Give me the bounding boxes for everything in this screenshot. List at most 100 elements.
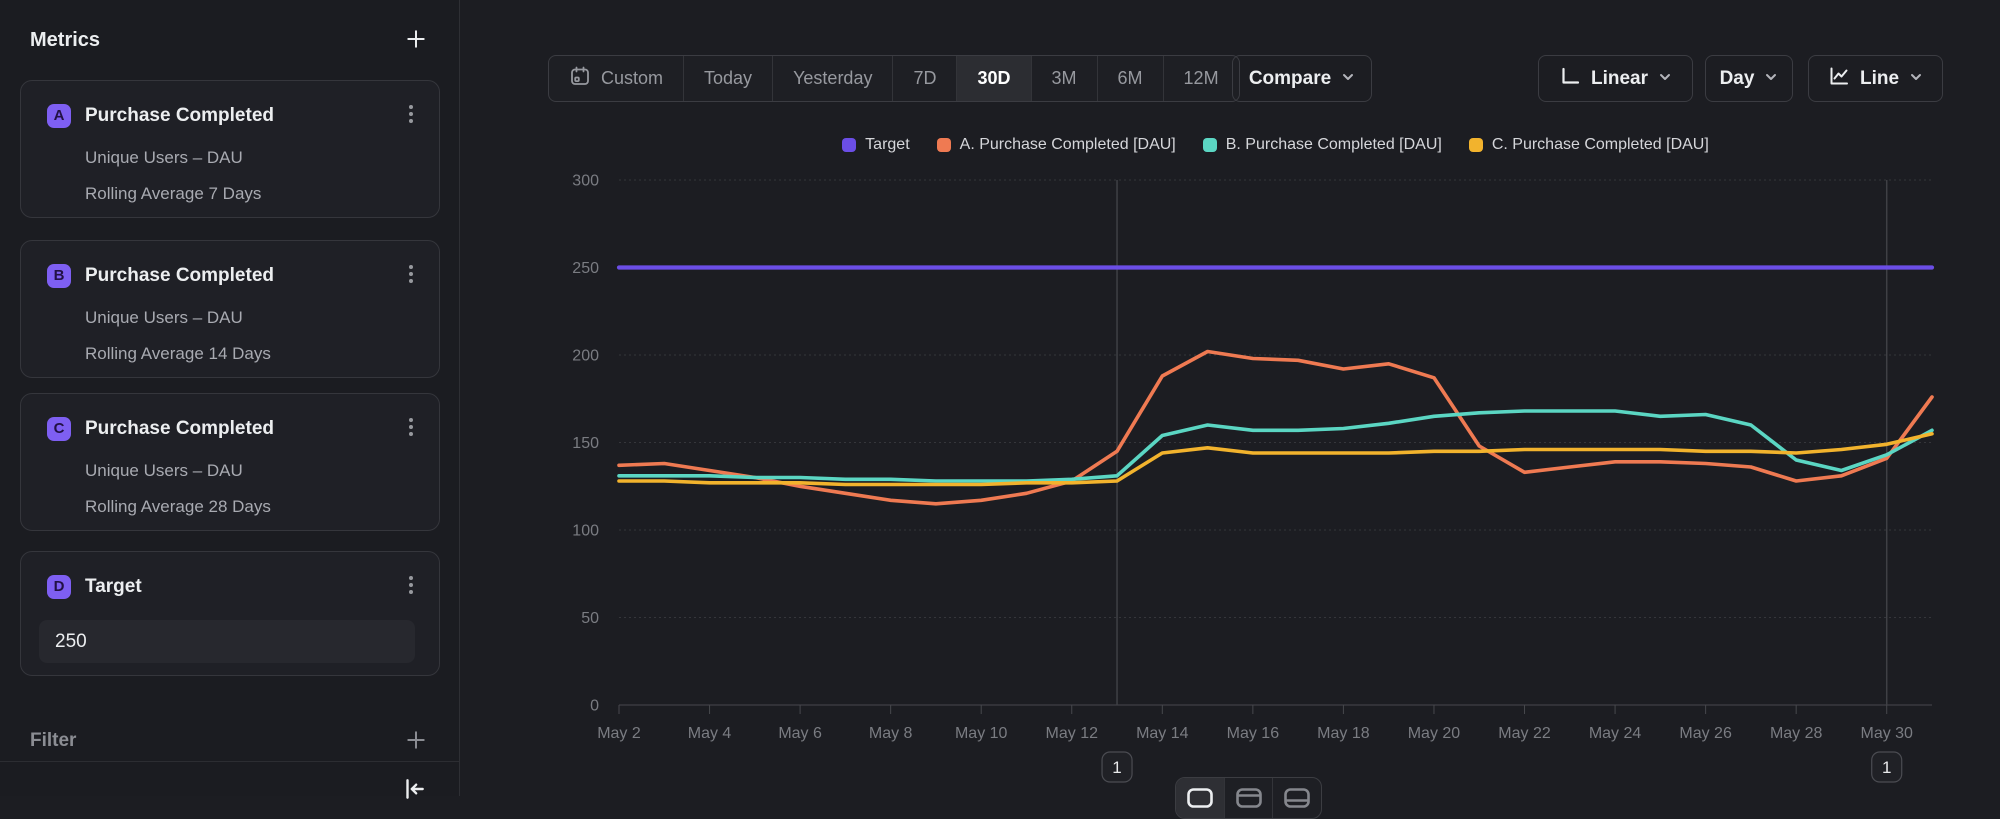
range-label: Yesterday	[793, 68, 872, 89]
x-axis-label: May 26	[1679, 725, 1732, 742]
metric-card-a[interactable]: A Purchase Completed Unique Users – DAU …	[20, 80, 440, 218]
x-axis-label: May 4	[688, 725, 732, 742]
range-label: 12M	[1184, 68, 1219, 89]
metric-menu-button[interactable]	[397, 412, 425, 445]
table-layout-icon	[1283, 787, 1311, 812]
x-axis-label: May 18	[1317, 725, 1370, 742]
metric-rolling-average: Rolling Average 14 Days	[85, 344, 419, 364]
x-axis-label: May 28	[1770, 725, 1823, 742]
y-axis-label: 100	[572, 523, 599, 540]
range-today-button[interactable]: Today	[684, 56, 773, 101]
range-label: Today	[704, 68, 752, 89]
metric-card-c[interactable]: C Purchase Completed Unique Users – DAU …	[20, 393, 440, 531]
date-range-group: Custom Today Yesterday 7D 30D 3M 6M 12M	[548, 55, 1240, 102]
target-title: Target	[85, 576, 397, 598]
y-axis-label: 200	[572, 348, 599, 365]
metric-badge-d: D	[47, 575, 71, 599]
range-7d-button[interactable]: 7D	[893, 56, 957, 101]
y-axis-label: 250	[572, 260, 599, 277]
y-axis-label: 50	[581, 610, 599, 627]
x-axis-label: May 10	[955, 725, 1008, 742]
metric-measure: Unique Users – DAU	[85, 148, 419, 168]
y-axis-label: 150	[572, 435, 599, 452]
kebab-icon	[401, 103, 421, 128]
range-custom-button[interactable]: Custom	[549, 56, 684, 101]
collapse-sidebar-button[interactable]	[397, 772, 431, 809]
metric-rolling-average: Rolling Average 28 Days	[85, 497, 419, 517]
metric-title: Purchase Completed	[85, 105, 397, 127]
compare-button[interactable]: Compare	[1232, 55, 1372, 102]
target-menu-button[interactable]	[397, 570, 425, 603]
x-axis-label: May 20	[1408, 725, 1461, 742]
chevron-down-icon	[1909, 68, 1923, 90]
scale-label: Linear	[1591, 68, 1648, 90]
y-axis-label: 300	[572, 173, 599, 190]
axes-icon	[1559, 65, 1581, 93]
range-label: Custom	[601, 68, 663, 89]
target-value-input[interactable]	[39, 620, 415, 663]
filter-section-title: Filter	[30, 730, 76, 752]
range-6m-button[interactable]: 6M	[1098, 56, 1164, 101]
layout-table-button[interactable]	[1273, 778, 1321, 818]
x-axis-label: May 8	[869, 725, 913, 742]
interval-button[interactable]: Day	[1705, 55, 1793, 102]
metric-badge-c: C	[47, 417, 71, 441]
line-chart-icon	[1828, 65, 1850, 93]
chart-layout-icon	[1186, 787, 1214, 812]
chevron-down-icon	[1341, 68, 1355, 90]
target-card[interactable]: D Target	[20, 551, 440, 676]
range-label: 3M	[1052, 68, 1077, 89]
chevron-down-icon	[1658, 68, 1672, 90]
series-line-a[interactable]	[619, 352, 1932, 504]
layout-toggle-group	[1175, 777, 1322, 819]
chart-type-label: Line	[1860, 68, 1899, 90]
metrics-sidebar: Metrics A Purchase Completed Unique User…	[0, 0, 460, 796]
annotation-badge-label: 1	[1882, 758, 1891, 777]
metric-badge-b: B	[47, 264, 71, 288]
plus-icon	[405, 729, 427, 754]
x-axis-label: May 22	[1498, 725, 1551, 742]
metric-menu-button[interactable]	[397, 99, 425, 132]
x-axis-label: May 2	[597, 725, 641, 742]
sidebar-divider	[0, 761, 459, 762]
annotation-badge-label: 1	[1112, 758, 1121, 777]
range-12m-button[interactable]: 12M	[1164, 56, 1239, 101]
metrics-section-title: Metrics	[30, 29, 100, 52]
range-3m-button[interactable]: 3M	[1032, 56, 1098, 101]
filter-section: Filter	[30, 723, 431, 759]
metric-rolling-average: Rolling Average 7 Days	[85, 184, 419, 204]
metric-menu-button[interactable]	[397, 259, 425, 292]
layout-split-button[interactable]	[1225, 778, 1274, 818]
x-axis-label: May 16	[1227, 725, 1280, 742]
layout-chart-button[interactable]	[1176, 778, 1225, 818]
x-axis-label: May 30	[1860, 725, 1913, 742]
calendar-icon	[569, 65, 591, 92]
sidebar-header: Metrics	[30, 22, 431, 58]
compare-label: Compare	[1249, 68, 1331, 90]
x-axis-label: May 24	[1589, 725, 1642, 742]
range-30d-button[interactable]: 30D	[957, 56, 1031, 101]
collapse-left-icon	[401, 776, 427, 805]
x-axis-label: May 14	[1136, 725, 1189, 742]
x-axis-label: May 12	[1046, 725, 1099, 742]
range-label: 30D	[977, 68, 1010, 89]
add-metric-button[interactable]	[401, 24, 431, 57]
metric-card-b[interactable]: B Purchase Completed Unique Users – DAU …	[20, 240, 440, 378]
metric-badge-a: A	[47, 104, 71, 128]
chevron-down-icon	[1764, 68, 1778, 90]
range-label: 7D	[913, 68, 936, 89]
metric-title: Purchase Completed	[85, 265, 397, 287]
metric-measure: Unique Users – DAU	[85, 308, 419, 328]
scale-button[interactable]: Linear	[1538, 55, 1693, 102]
range-yesterday-button[interactable]: Yesterday	[773, 56, 893, 101]
kebab-icon	[401, 574, 421, 599]
metric-title: Purchase Completed	[85, 418, 397, 440]
series-line-b[interactable]	[619, 411, 1932, 481]
analytics-dashboard: { "sidebar": { "title": "Metrics", "metr…	[0, 0, 2000, 796]
kebab-icon	[401, 416, 421, 441]
add-filter-button[interactable]	[401, 725, 431, 758]
kebab-icon	[401, 263, 421, 288]
line-chart[interactable]: 050100150200250300May 2May 4May 6May 8Ma…	[460, 150, 2000, 796]
x-axis-label: May 6	[778, 725, 822, 742]
chart-type-button[interactable]: Line	[1808, 55, 1943, 102]
